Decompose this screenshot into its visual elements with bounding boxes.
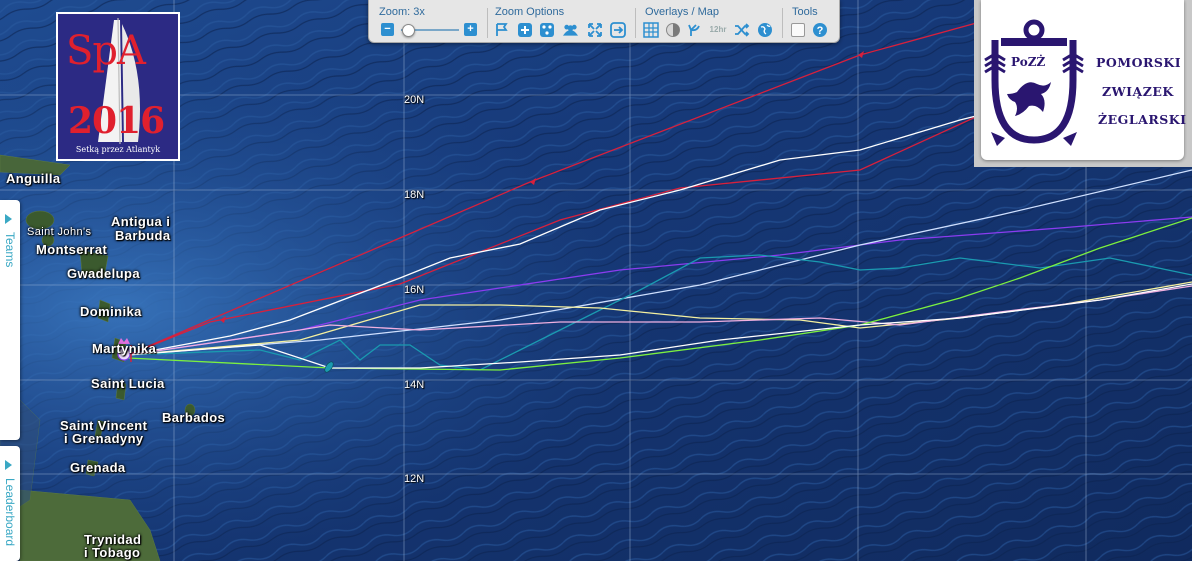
teams-tab[interactable]: Teams: [0, 200, 20, 440]
place-label-dominika: Dominika: [80, 304, 142, 319]
place-label-antigua: Antigua i: [111, 214, 171, 229]
anchor-griffin-icon: [984, 19, 1084, 146]
place-label-barbuda: Barbuda: [115, 228, 171, 243]
zoom-boats-icon[interactable]: [538, 21, 555, 38]
trail-length-icon[interactable]: 12hr: [708, 21, 728, 38]
zoom-options-label: Zoom Options: [495, 6, 565, 18]
help-icon[interactable]: ?: [811, 21, 828, 38]
latitude-label-14n: 14N: [404, 379, 425, 391]
place-label-grenada: Grenada: [70, 460, 126, 475]
zoom-label: Zoom: 3x: [379, 6, 425, 18]
overlays-label: Overlays / Map: [645, 6, 719, 18]
place-label-saint-johns: Saint John's: [27, 226, 92, 238]
map-toolbar: Zoom: 3x Zoom Options Overlays / Map Too…: [368, 0, 840, 43]
place-label-barbados: Barbados: [162, 410, 226, 425]
spa-title: SpA: [66, 28, 146, 74]
tools-label: Tools: [792, 6, 818, 18]
svg-text:?: ?: [816, 25, 823, 37]
zoom-out-button[interactable]: −: [379, 21, 396, 38]
shuffle-icon[interactable]: [733, 21, 750, 38]
latitude-label-16n: 16N: [404, 284, 425, 296]
spa-2016-logo: SpA 2016 Setką przez Atlantyk: [56, 12, 180, 161]
expand-arrow-icon: [5, 214, 12, 224]
latitude-label-12n: 12N: [404, 473, 425, 485]
route-icon[interactable]: [686, 21, 703, 38]
place-label-martynika: Martynika: [92, 341, 157, 356]
tools-checkbox[interactable]: [789, 21, 806, 38]
pozz-line3: ŻEGLARSKI: [1098, 112, 1187, 127]
place-label-tobago: i Tobago: [84, 545, 141, 560]
place-label-anguilla: Anguilla: [6, 171, 61, 186]
spa-year: 2016: [68, 100, 165, 142]
zoom-fit-icon[interactable]: [516, 21, 533, 38]
place-label-gwadelupa: Gwadelupa: [67, 266, 140, 281]
leaderboard-tab-label: Leaderboard: [3, 478, 17, 547]
team-group-icon[interactable]: [562, 21, 579, 38]
zoom-slider-handle[interactable]: [402, 24, 415, 37]
zoom-in-button[interactable]: +: [462, 21, 479, 38]
exit-view-icon[interactable]: [609, 21, 626, 38]
expand-arrow-icon: [5, 460, 12, 470]
spa-subtitle: Setką przez Atlantyk: [75, 145, 161, 154]
place-label-grenadyny: i Grenadyny: [64, 431, 144, 446]
latitude-label-20n: 20N: [404, 94, 425, 106]
grid-icon[interactable]: [642, 21, 659, 38]
place-label-montserrat: Montserrat: [36, 242, 108, 257]
leaderboard-tab[interactable]: Leaderboard: [0, 446, 20, 561]
pozz-logo-panel: PoZŻ POMORSKI ZWIĄZEK ŻEGLARSKI: [974, 0, 1192, 167]
pozz-line2: ZWIĄZEK: [1102, 84, 1174, 99]
pozz-line1: POMORSKI: [1096, 55, 1182, 70]
latitude-label-18n: 18N: [404, 189, 425, 201]
place-label-saint-lucia: Saint Lucia: [91, 376, 165, 391]
day-night-icon[interactable]: [664, 21, 681, 38]
expand-icon[interactable]: [586, 21, 603, 38]
flags-icon[interactable]: [494, 21, 511, 38]
teams-tab-label: Teams: [3, 232, 17, 268]
globe-icon[interactable]: [756, 21, 773, 38]
pozz-badge: PoZŻ: [1011, 55, 1046, 69]
